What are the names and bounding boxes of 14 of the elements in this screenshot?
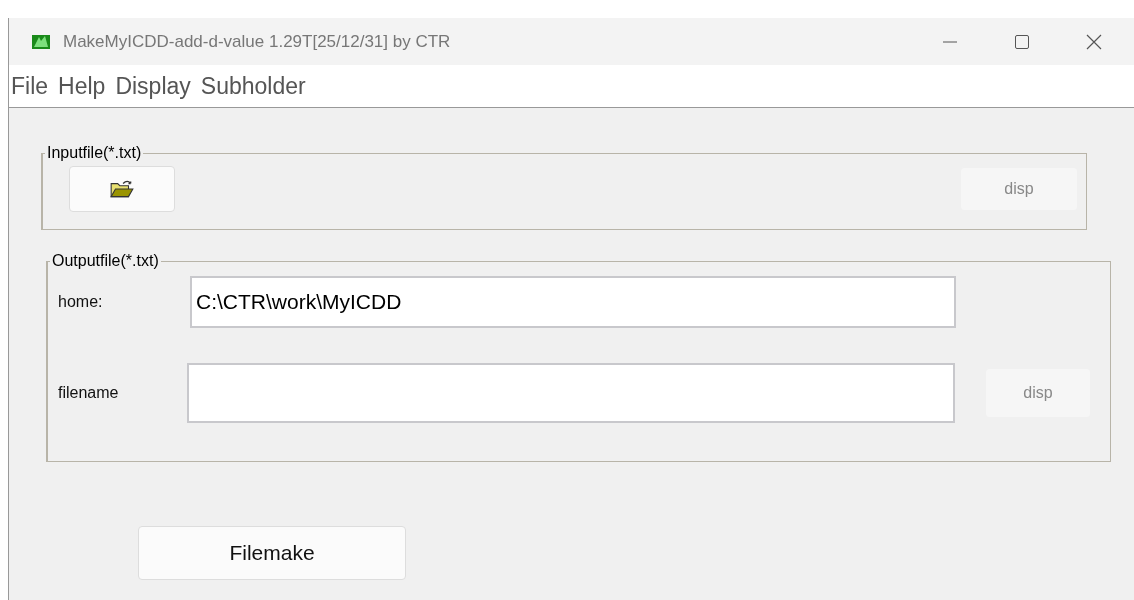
filemake-button[interactable]: Filemake: [138, 526, 406, 580]
field-label: filename: [57, 384, 120, 402]
home-field[interactable]: C:\CTR\work\MyICDD: [190, 276, 956, 328]
window-title: MakeMyICDD-add-d-value 1.29T[25/12/31] by CTR: [63, 31, 451, 52]
field-label: home:: [57, 293, 104, 311]
folder-icon: [109, 178, 135, 200]
group-label: Outputfile(*.txt): [51, 252, 160, 270]
menu-item[interactable]: Display: [115, 72, 191, 100]
open-file-button[interactable]: [69, 166, 175, 212]
menu-item[interactable]: File: [11, 72, 49, 100]
menu-item[interactable]: Subholder: [200, 72, 306, 100]
filename-field[interactable]: [187, 363, 955, 423]
group-label: Inputfile(*.txt): [46, 144, 143, 162]
menu-item[interactable]: Help: [58, 72, 106, 100]
